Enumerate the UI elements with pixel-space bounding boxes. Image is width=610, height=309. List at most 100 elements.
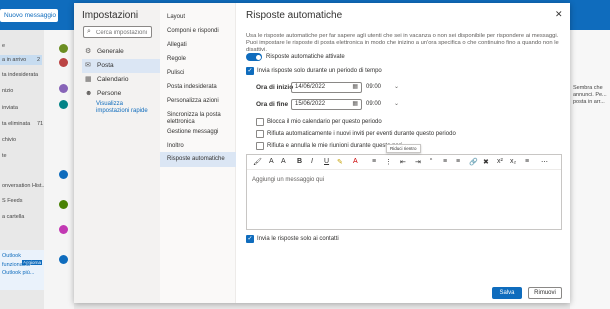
auto-reply-panel: Risposte automatiche ✕ Usa le risposte a… [236, 3, 570, 303]
subnav-item[interactable]: Componi e rispondi [160, 28, 236, 35]
calendar-icon: ▦ [352, 84, 358, 90]
folder-item[interactable]: ta indesiderata [2, 72, 38, 78]
subnav-item[interactable]: Posta indesiderata [160, 84, 236, 91]
quick-settings-link[interactable]: Visualizza impostazioni rapide [96, 101, 156, 115]
reading-text: Sembra che [573, 85, 603, 91]
decline-new-checkbox[interactable] [256, 130, 264, 138]
end-date-value: 15/06/2022 [295, 101, 326, 107]
start-time[interactable]: 09:00 [366, 84, 381, 90]
message-placeholder: Aggiungi un messaggio qui [252, 177, 325, 183]
avatar [59, 225, 68, 234]
font-size-icon[interactable]: A [269, 158, 274, 165]
reading-text: annunci. Pe... [573, 92, 607, 98]
superscript-icon[interactable]: x² [497, 158, 503, 165]
align-center-icon[interactable]: ≡ [456, 158, 460, 165]
toggle-label: Risposte automatiche attivate [266, 54, 345, 60]
promo-line: funzionalità [2, 262, 30, 268]
nav-item-persone[interactable]: ☻ Persone [82, 87, 160, 101]
mail-icon: ✉ [85, 62, 91, 69]
underline-icon[interactable]: U [324, 158, 329, 165]
search-input[interactable] [96, 28, 150, 37]
folder-item[interactable]: e [2, 43, 5, 49]
font-size-small-icon[interactable]: A [281, 158, 286, 165]
new-mail-button[interactable]: Nuovo messaggio [0, 9, 58, 22]
folder-item[interactable]: a cartella [2, 214, 24, 220]
chevron-down-icon[interactable]: ⌄ [394, 83, 399, 90]
period-label: Invia risposte solo durante un periodo d… [257, 68, 382, 74]
highlight-icon[interactable]: ✎ [337, 158, 343, 166]
more-options-icon[interactable]: ⋯ [541, 158, 548, 166]
subnav-item[interactable]: Gestione messaggi [160, 129, 236, 136]
subnav-item-risposte-automatiche[interactable]: Risposte automatiche [160, 152, 236, 167]
avatar [59, 100, 68, 109]
auto-reply-toggle[interactable] [246, 53, 262, 61]
unlink-icon[interactable]: ✖ [483, 158, 489, 166]
end-time[interactable]: 09:00 [366, 101, 381, 107]
nav-item-label: Posta [97, 62, 114, 69]
quote-icon[interactable]: “ [430, 158, 432, 165]
end-date-picker[interactable]: 15/06/2022 ▦ [291, 99, 362, 110]
avatar [59, 44, 68, 53]
decline-new-label: Rifiuta automaticamente i nuovi inviti p… [267, 131, 456, 137]
avatar [59, 58, 68, 67]
nav-item-label: Persone [97, 90, 122, 97]
bold-icon[interactable]: B [297, 158, 302, 165]
contacts-only-checkbox[interactable]: ✓ [246, 235, 254, 243]
nav-item-calendario[interactable]: ▦ Calendario [82, 73, 160, 87]
increase-indent-icon[interactable]: ⇥ [415, 158, 421, 166]
upgrade-promo[interactable]: Outlook Aggiorna funzionalità Outlook pi… [0, 250, 44, 290]
subscript-icon[interactable]: x₂ [510, 158, 516, 165]
folder-item[interactable]: te [2, 153, 7, 159]
decline-existing-checkbox[interactable] [256, 142, 264, 150]
nav-item-label: Calendario [97, 76, 129, 83]
subnav-item[interactable]: Inoltro [160, 143, 236, 150]
folder-item[interactable]: ta eliminata [2, 121, 30, 127]
avatar [59, 200, 68, 209]
folder-count: 71 [37, 121, 44, 127]
panel-title: Risposte automatiche [246, 10, 343, 21]
folder-item[interactable]: inviata [2, 105, 18, 111]
font-color-icon[interactable]: A [353, 158, 358, 165]
numbering-icon[interactable]: ⋮ [385, 158, 392, 166]
link-icon[interactable]: 🔗 [469, 158, 478, 166]
nav-item-generale[interactable]: ⚙ Generale [82, 45, 160, 59]
italic-icon[interactable]: I [311, 158, 313, 165]
bullets-icon[interactable]: ≡ [372, 158, 376, 165]
subnav-item[interactable]: Sincronizza la posta elettronica [160, 112, 230, 126]
folder-item[interactable]: nizio [2, 88, 13, 94]
message-list [44, 30, 74, 309]
folder-item[interactable]: S Feeds [2, 198, 22, 204]
subnav-item[interactable]: Pulisci [160, 70, 236, 77]
block-calendar-label: Blocca il mio calendario per questo peri… [267, 119, 382, 125]
panel-description: Usa le risposte automatiche per far sape… [246, 33, 559, 53]
subnav-item[interactable]: Allegati [160, 42, 236, 49]
nav-item-posta[interactable]: ✉ Posta [82, 59, 160, 73]
avatar [59, 255, 68, 264]
format-painter-icon[interactable]: 🖌 [253, 158, 262, 166]
folder-item[interactable]: chivio [2, 137, 16, 143]
folder-item[interactable]: a in arrivo [0, 55, 42, 65]
start-date-picker[interactable]: 14/06/2022 ▦ [291, 82, 362, 93]
align-left-icon[interactable]: ≡ [443, 158, 447, 165]
chevron-down-icon[interactable]: ⌄ [394, 100, 399, 107]
calendar-icon: ▦ [85, 76, 92, 83]
mail-subnav: Layout Componi e rispondi Allegati Regol… [160, 3, 236, 303]
gear-icon: ⚙ [85, 48, 92, 55]
message-editor[interactable]: 🖌 A A B I U ✎ A ≡ ⋮ ⇤ ⇥ “ ≡ ≡ 🔗 ✖ x² x₂ … [246, 154, 562, 230]
nav-item-label: Generale [97, 48, 124, 55]
settings-dialog: Impostazioni ⌕ ⚙ Generale ✉ Posta ▦ Cale… [74, 3, 570, 303]
subnav-item[interactable]: Layout [160, 14, 236, 21]
avatar [59, 84, 68, 93]
save-button[interactable]: Salva [492, 287, 522, 299]
subnav-item[interactable]: Personalizza azioni [160, 98, 236, 105]
decrease-indent-icon[interactable]: ⇤ [400, 158, 406, 166]
block-calendar-checkbox[interactable] [256, 118, 264, 126]
subnav-item[interactable]: Regole [160, 56, 236, 63]
period-checkbox[interactable]: ✓ [246, 67, 254, 75]
close-icon[interactable]: ✕ [555, 9, 563, 20]
discard-button[interactable]: Rimuovi [528, 287, 562, 299]
settings-title: Impostazioni [82, 10, 139, 21]
settings-search[interactable]: ⌕ [83, 26, 152, 38]
folder-item[interactable]: onversation Hist... [2, 183, 46, 189]
strikethrough-icon[interactable]: ≡ [525, 158, 529, 165]
